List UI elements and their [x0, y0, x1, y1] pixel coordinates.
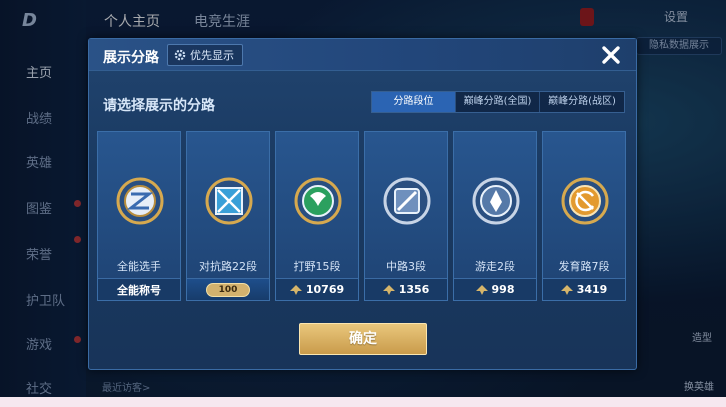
lane-card-farm[interactable]: 发育路7段 3419 — [542, 131, 626, 301]
peak-score-icon — [475, 284, 488, 295]
score-value: 1356 — [398, 283, 430, 296]
lane-name: 打野15段 — [293, 260, 341, 273]
lane-display-dialog: 展示分路 优先显示 请选择展示的分路 分路段位 巅峰分路(全国) 巅峰分路(战区… — [88, 38, 637, 370]
peak-score-icon — [560, 284, 573, 295]
close-icon — [602, 46, 620, 64]
all-round-title-label: 全能称号 — [98, 278, 180, 300]
priority-display-button[interactable]: 优先显示 — [167, 44, 243, 66]
lane-score: 1356 — [365, 278, 447, 300]
roam-emblem-icon — [472, 177, 520, 225]
rank-badge: 100 — [206, 282, 250, 297]
lane-score: 10769 — [276, 278, 358, 300]
confirm-button[interactable]: 确定 — [299, 323, 427, 355]
lane-card-jungle[interactable]: 打野15段 10769 — [275, 131, 359, 301]
lane-tab-group: 分路段位 巅峰分路(全国) 巅峰分路(战区) — [371, 91, 625, 113]
lane-name: 游走2段 — [475, 260, 515, 273]
tab-lane-rank[interactable]: 分路段位 — [372, 92, 456, 112]
gear-icon — [174, 49, 186, 61]
lane-card-roam[interactable]: 游走2段 998 — [453, 131, 537, 301]
score-value: 3419 — [576, 283, 608, 296]
jungle-emblem-icon — [294, 177, 342, 225]
score-value: 998 — [491, 283, 515, 296]
all-round-emblem-icon — [116, 177, 164, 225]
lane-name: 发育路7段 — [558, 260, 610, 273]
peak-score-icon — [382, 284, 395, 295]
mid-lane-emblem-icon — [383, 177, 431, 225]
lane-card-all-round[interactable]: 全能选手 全能称号 — [97, 131, 181, 301]
close-button[interactable] — [599, 43, 623, 67]
select-lane-prompt: 请选择展示的分路 — [103, 98, 215, 114]
lane-score: 998 — [454, 278, 536, 300]
lane-name: 全能选手 — [117, 260, 161, 273]
lane-card-clash[interactable]: 对抗路22段 100 — [186, 131, 270, 301]
dialog-title: 展示分路 — [103, 50, 159, 66]
lane-card-mid[interactable]: 中路3段 1356 — [364, 131, 448, 301]
lane-name: 对抗路22段 — [199, 260, 257, 273]
lane-card-list: 全能选手 全能称号 对抗路22段 100 打野15段 10769 中路3段 13… — [97, 131, 629, 303]
dialog-header: 展示分路 优先显示 — [89, 39, 636, 71]
tab-peak-lane-region[interactable]: 巅峰分路(战区) — [540, 92, 624, 112]
peak-score-icon — [289, 284, 302, 295]
lane-score: 100 — [187, 278, 269, 300]
clash-lane-emblem-icon — [205, 177, 253, 225]
lane-name: 中路3段 — [386, 260, 426, 273]
card-footer-text: 全能称号 — [117, 283, 161, 297]
lane-score: 3419 — [543, 278, 625, 300]
priority-display-label: 优先显示 — [190, 49, 234, 62]
tab-peak-lane-national[interactable]: 巅峰分路(全国) — [456, 92, 540, 112]
bottom-strip — [0, 397, 726, 407]
farm-lane-emblem-icon — [561, 177, 609, 225]
score-value: 10769 — [305, 283, 345, 296]
